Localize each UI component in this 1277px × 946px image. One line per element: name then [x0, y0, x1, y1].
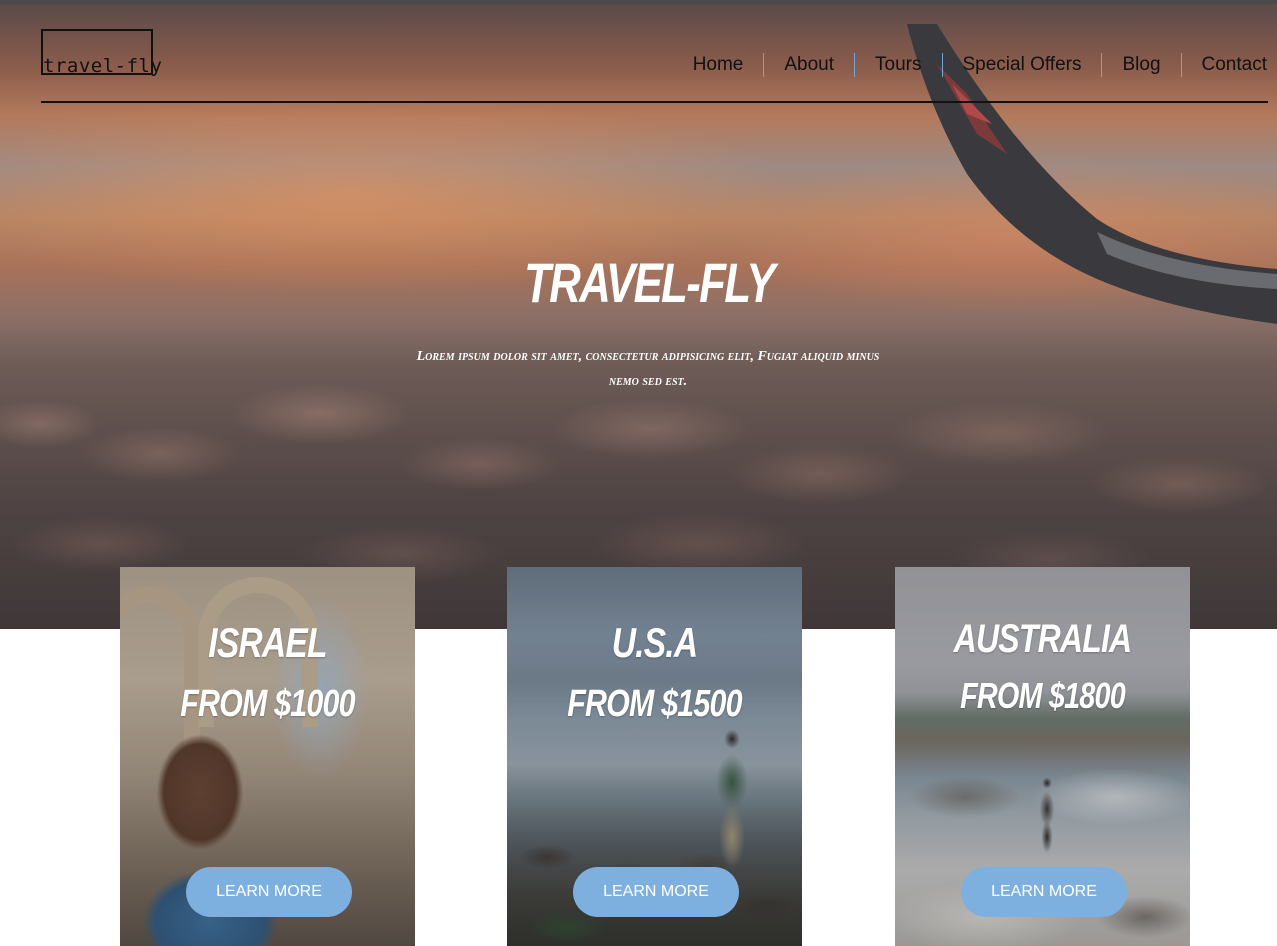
nav-about[interactable]: About	[763, 53, 854, 77]
tour-price: FROM $1800	[960, 675, 1126, 716]
browser-top-strip	[0, 0, 1277, 4]
tour-country: ISRAEL	[208, 619, 327, 666]
learn-more-button[interactable]: LEARN MORE	[186, 867, 352, 917]
tour-country: U.S.A	[611, 619, 698, 666]
hero-subtitle: Lorem ipsum dolor sit amet, consectetur …	[416, 349, 880, 389]
tour-price: FROM $1000	[180, 683, 355, 725]
logo-text: travel-fly	[43, 55, 163, 77]
nav-tours[interactable]: Tours	[854, 53, 941, 77]
tour-card-israel: ISRAEL FROM $1000 LEARN MORE	[120, 567, 415, 946]
nav-special-offers[interactable]: Special Offers	[941, 53, 1102, 77]
main-nav: Home About Tours Special Offers Blog Con…	[693, 52, 1267, 78]
nav-home[interactable]: Home	[693, 53, 764, 77]
hero-section	[0, 4, 1277, 629]
hero-title: TRAVEL-FLY	[524, 251, 775, 314]
tour-price: FROM $1500	[567, 683, 742, 725]
tour-card-usa: U.S.A FROM $1500 LEARN MORE	[507, 567, 802, 946]
site-logo[interactable]: travel-fly	[41, 29, 162, 77]
learn-more-button[interactable]: LEARN MORE	[573, 867, 739, 917]
tour-country: AUSTRALIA	[953, 617, 1132, 661]
tour-card-australia: AUSTRALIA FROM $1800 LEARN MORE	[895, 567, 1190, 946]
nav-blog[interactable]: Blog	[1101, 53, 1180, 77]
learn-more-button[interactable]: LEARN MORE	[961, 867, 1127, 917]
nav-contact[interactable]: Contact	[1180, 53, 1267, 77]
header-divider	[41, 101, 1268, 103]
